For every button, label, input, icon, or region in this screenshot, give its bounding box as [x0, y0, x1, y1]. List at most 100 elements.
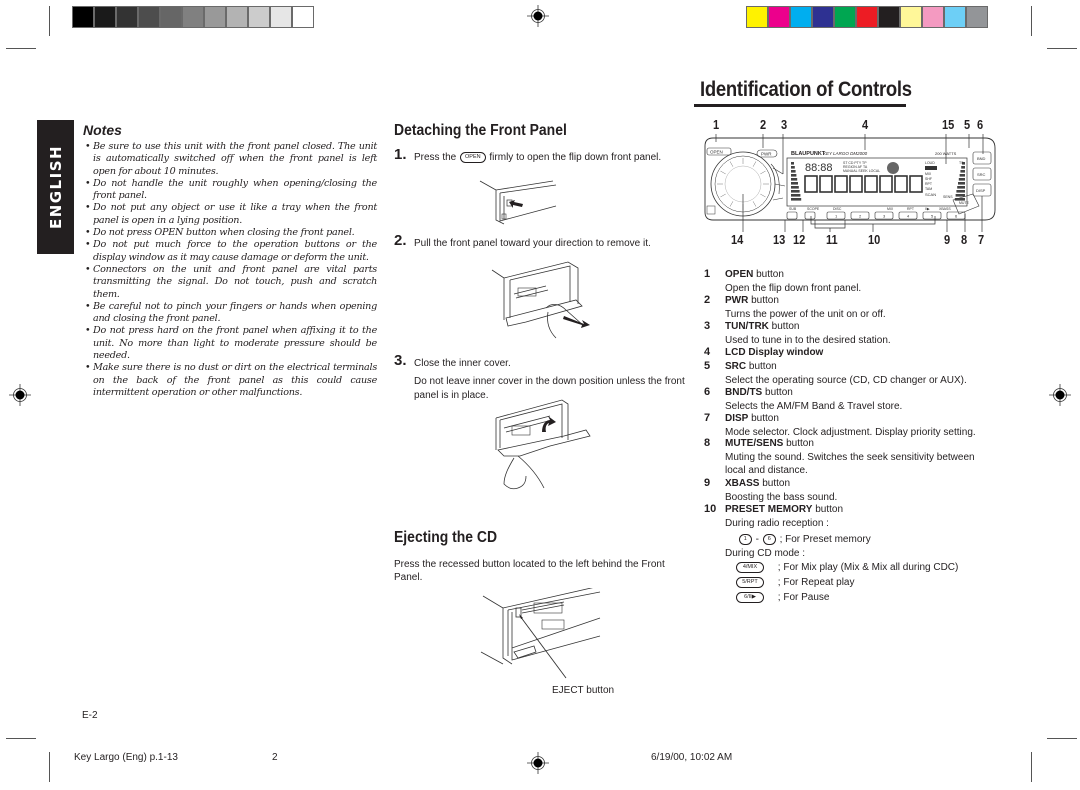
registration-mark-icon	[9, 384, 31, 406]
control-name: TUN/TRK button	[725, 321, 799, 332]
control-number: 4	[704, 346, 711, 358]
knob-tick	[729, 201, 734, 207]
color-swatch	[293, 7, 313, 27]
knob-tick	[729, 161, 734, 167]
svg-text:LOUD: LOUD	[925, 161, 935, 165]
control-name: SRC button	[725, 361, 777, 372]
step-number: 3.	[394, 352, 407, 369]
preset-button-label: 4	[907, 214, 910, 219]
sub-label: SUB	[789, 207, 797, 211]
control-name-bold: PRESET MEMORY	[725, 504, 813, 515]
open-key-icon: OPEN	[460, 151, 486, 163]
note-item: Make sure there is no dust or dirt on th…	[85, 362, 377, 399]
open-button-label: OPEN	[710, 150, 723, 155]
pwr-button-label: PWR	[761, 152, 772, 157]
color-swatch	[923, 7, 943, 27]
preset-radio-desc: ; For Preset memory	[779, 534, 871, 545]
control-name-rest: button	[783, 438, 814, 449]
preset-button-label: 1	[835, 214, 838, 219]
step-text: firmly to open the flip down front panel…	[489, 152, 662, 163]
level-meter-bar	[791, 178, 798, 181]
control-number: 7	[704, 412, 711, 424]
arrow-icon	[563, 316, 590, 328]
svg-text:RPT: RPT	[925, 182, 933, 186]
level-meter-bar	[955, 194, 965, 197]
color-swatch	[967, 7, 987, 27]
control-description: During radio reception :	[725, 518, 829, 529]
callout-2: 2	[760, 117, 767, 132]
function-button	[804, 211, 816, 220]
svg-text:TAM: TAM	[925, 187, 932, 191]
head-unit-diagram: OPEN PWR BLAUPUNKT KEY LARGO DM2000 200 …	[704, 134, 996, 232]
lcd-character-segment	[834, 175, 848, 193]
lcd-character-segment	[864, 175, 878, 193]
ejecting-heading: Ejecting the CD	[394, 529, 498, 546]
preset-6-key-icon: 6	[762, 533, 776, 545]
control-name-bold: TUN/TRK	[725, 321, 769, 332]
crop-mark	[1047, 738, 1077, 739]
color-swatch	[271, 7, 291, 27]
step-1-text: Press the OPEN firmly to open the flip d…	[414, 151, 661, 164]
callout-1: 1	[713, 117, 720, 132]
note-item: Do not press hard on the front panel whe…	[85, 325, 377, 362]
control-name-bold: BND/TS	[725, 387, 763, 398]
mix-key-icon: 4/MIX	[736, 561, 764, 573]
level-meter-bar	[791, 198, 802, 201]
mix-desc: ; For Mix play (Mix & Mix all during CDC…	[777, 562, 959, 573]
control-description: Boosting the bass sound.	[725, 492, 838, 503]
lcd-character-segment	[804, 175, 818, 193]
callout-6: 6	[977, 117, 984, 132]
footer-sheet: 2	[272, 752, 278, 763]
level-meter-bar	[961, 166, 965, 169]
callout-15: 15	[942, 117, 955, 132]
lcd-character-segment	[894, 175, 908, 193]
color-swatch	[769, 7, 789, 27]
level-meter-bar	[791, 182, 798, 185]
step-2-text: Pull the front panel toward your directi…	[414, 238, 651, 249]
pause-key-icon: 6/II▶	[736, 591, 764, 603]
control-name-bold: XBASS	[725, 478, 760, 489]
rpt-desc: ; For Repeat play	[777, 577, 855, 588]
sens-label: SENS	[943, 195, 953, 199]
control-name-rest: button	[748, 295, 779, 306]
lcd-character-segment	[879, 175, 893, 193]
control-name: PWR button	[725, 295, 779, 306]
ejecting-text: Press the recessed button located to the…	[394, 559, 665, 584]
control-name-rest: button	[762, 387, 793, 398]
level-meter-bar	[791, 194, 801, 197]
lcd-character-segment	[819, 175, 833, 193]
svg-text:SHF: SHF	[925, 177, 932, 181]
color-swatch	[139, 7, 159, 27]
lcd-clock: 88:88	[805, 162, 833, 174]
level-meter-bar	[958, 182, 965, 185]
remove-panel-illustration	[491, 261, 590, 339]
close-cover-illustration	[495, 399, 591, 490]
cd-mode-row: 6/II▶ ; For Pause	[725, 591, 997, 604]
brand-label: BLAUPUNKT	[791, 151, 826, 157]
preset-button-label: 6	[955, 214, 958, 219]
footer-file-name: Key Largo (Eng) p.1-13	[74, 752, 178, 763]
pause-label: II▶	[925, 207, 931, 211]
control-number: 10	[704, 503, 717, 515]
crop-mark	[6, 738, 36, 739]
color-swatch	[249, 7, 269, 27]
rpt-label: RPT	[907, 207, 915, 211]
control-name-bold: LCD Display window	[725, 347, 824, 358]
cd-mode-row: 5/RPT ; For Repeat play	[725, 576, 997, 589]
lcd-character-segment	[909, 175, 923, 193]
control-name: LCD Display window	[725, 347, 823, 358]
callout-8: 8	[961, 232, 968, 247]
ts-label: TS	[959, 161, 964, 165]
control-name-rest: button	[748, 413, 779, 424]
step-number: 2.	[394, 232, 407, 249]
control-name-rest: button	[746, 361, 777, 372]
disp-button-label: DISP	[976, 188, 986, 193]
note-item: Do not press OPEN button when closing th…	[85, 227, 377, 240]
grayscale-color-bar	[72, 6, 314, 28]
function-button	[786, 211, 798, 220]
note-item: Connectors on the unit and front panel a…	[85, 264, 377, 301]
color-swatch	[73, 7, 93, 27]
control-name: PRESET MEMORY button	[725, 504, 843, 515]
knob-tick	[752, 201, 757, 207]
preset-1-key-icon: 1	[738, 533, 752, 545]
